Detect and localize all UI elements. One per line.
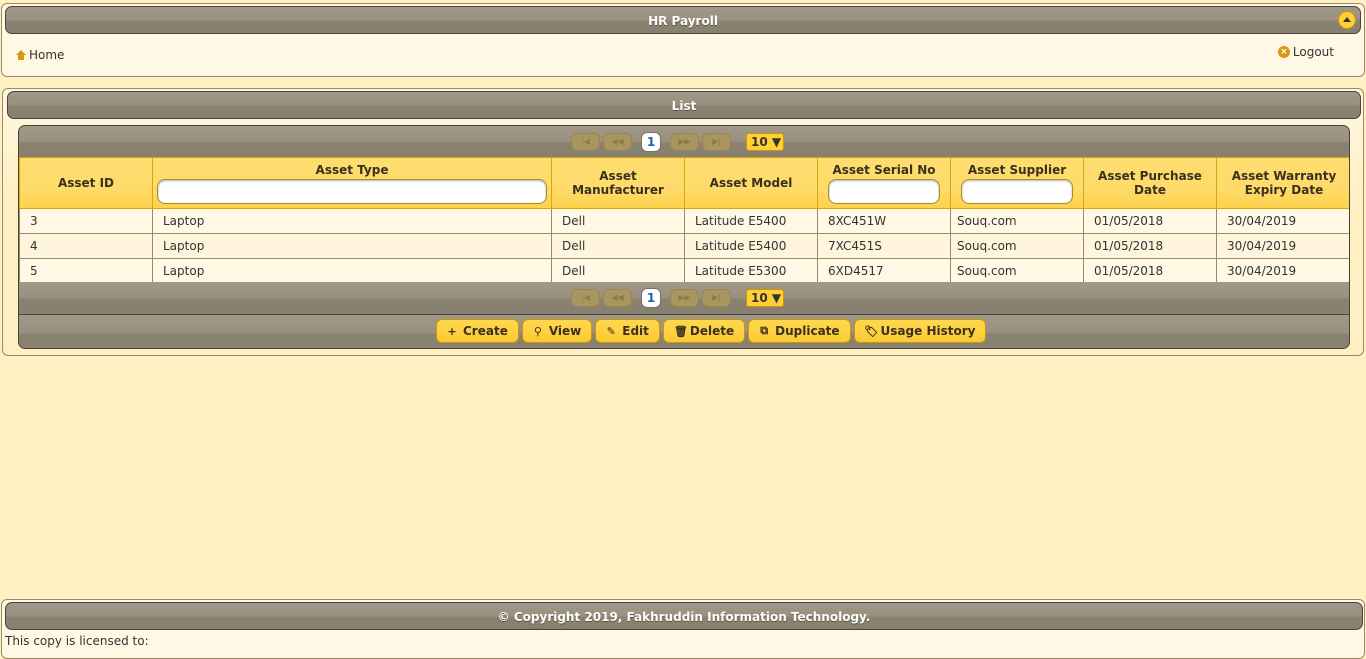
cell-asset-type: Laptop: [152, 233, 552, 259]
edit-button[interactable]: ✎ Edit: [595, 319, 660, 343]
cell-asset-type: Laptop: [152, 258, 552, 284]
cell-supplier: Souq.com: [950, 258, 1084, 284]
cell-asset-id: 5: [19, 258, 153, 284]
logout-label: Logout: [1292, 45, 1334, 59]
action-toolbar: + Create ⚲ View ✎ Edit 🗑 Delete ⧉ Duplic…: [19, 314, 1349, 348]
header-bar: HR Payroll: [5, 6, 1361, 34]
cell-model: Latitude E5300: [684, 258, 818, 284]
first-page-button[interactable]: |◀: [571, 289, 600, 307]
cell-asset-id: 3: [19, 208, 153, 234]
cell-model: Latitude E5400: [684, 233, 818, 259]
cell-model: Latitude E5400: [684, 208, 818, 234]
prev-page-button[interactable]: ◀◀: [603, 289, 632, 307]
asset-supplier-filter-input[interactable]: [961, 178, 1073, 204]
column-header-asset-serial-no[interactable]: Asset Serial No: [817, 157, 951, 209]
pager-top: |◀ ◀◀ 1 ▶▶ ▶| 10 ▼: [19, 126, 1349, 157]
cell-serial: 7XC451S: [817, 233, 951, 259]
cell-warranty-expiry: 30/04/2019: [1216, 258, 1349, 284]
current-page-button[interactable]: 1: [641, 288, 661, 308]
footer-bar: © Copyright 2019, Fakhruddin Information…: [5, 602, 1363, 630]
column-header-asset-supplier[interactable]: Asset Supplier: [950, 157, 1084, 209]
app-title: HR Payroll: [648, 14, 718, 28]
prev-page-button[interactable]: ◀◀: [603, 133, 632, 151]
cell-manufacturer: Dell: [551, 233, 685, 259]
cell-asset-type: Laptop: [152, 208, 552, 234]
table-row[interactable]: 4 Laptop Dell Latitude E5400 7XC451S Sou…: [19, 233, 1349, 259]
delete-button[interactable]: 🗑 Delete: [662, 319, 746, 343]
close-circle-icon: ×: [1277, 46, 1290, 58]
cell-supplier: Souq.com: [950, 233, 1084, 259]
tag-icon: 🏷: [864, 324, 879, 338]
chevron-up-icon[interactable]: [1338, 11, 1356, 29]
license-text: This copy is licensed to:: [5, 634, 149, 648]
next-page-button[interactable]: ▶▶: [670, 133, 699, 151]
cell-purchase-date: 01/05/2018: [1083, 258, 1217, 284]
first-page-button[interactable]: |◀: [571, 133, 600, 151]
cell-supplier: Souq.com: [950, 208, 1084, 234]
header-panel: HR Payroll Home × Logout: [1, 3, 1365, 77]
column-header-asset-purchase-date[interactable]: Asset Purchase Date: [1083, 157, 1217, 209]
asset-grid: |◀ ◀◀ 1 ▶▶ ▶| 10 ▼ Asset ID Asset Type A…: [18, 125, 1350, 349]
create-button[interactable]: + Create: [436, 319, 519, 343]
table-row[interactable]: 5 Laptop Dell Latitude E5300 6XD4517 Sou…: [19, 258, 1349, 284]
view-button[interactable]: ⚲ View: [521, 319, 593, 343]
home-label: Home: [29, 48, 65, 62]
cell-serial: 8XC451W: [817, 208, 951, 234]
cell-manufacturer: Dell: [551, 208, 685, 234]
column-header-asset-model[interactable]: Asset Model: [684, 157, 818, 209]
asset-type-filter-input[interactable]: [157, 178, 547, 204]
header-row: Asset ID Asset Type Asset Manufacturer A…: [19, 157, 1349, 209]
home-icon: [16, 50, 26, 60]
page-size-select[interactable]: 10 ▼: [746, 133, 784, 151]
pencil-icon: ✎: [606, 324, 616, 338]
footer-panel: © Copyright 2019, Fakhruddin Information…: [1, 599, 1365, 659]
last-page-button[interactable]: ▶|: [702, 289, 731, 307]
table-row[interactable]: 3 Laptop Dell Latitude E5400 8XC451W Sou…: [19, 208, 1349, 234]
copy-icon: ⧉: [760, 324, 769, 337]
home-link[interactable]: Home: [16, 48, 64, 62]
cell-warranty-expiry: 30/04/2019: [1216, 208, 1349, 234]
duplicate-button[interactable]: ⧉ Duplicate: [748, 319, 851, 343]
copyright-text: © Copyright 2019, Fakhruddin Information…: [497, 610, 871, 624]
list-title: List: [671, 99, 697, 113]
column-header-asset-type[interactable]: Asset Type: [152, 157, 552, 209]
page-size-select[interactable]: 10 ▼: [746, 289, 784, 307]
asset-serial-filter-input[interactable]: [828, 178, 940, 204]
list-panel: List |◀ ◀◀ 1 ▶▶ ▶| 10 ▼ Asset ID Asset T…: [2, 88, 1364, 356]
column-header-asset-warranty-expiry[interactable]: Asset Warranty Expiry Date: [1216, 157, 1349, 209]
current-page-button[interactable]: 1: [641, 132, 661, 152]
usage-history-button[interactable]: 🏷 Usage History: [853, 319, 987, 343]
plus-icon: +: [447, 324, 457, 338]
cell-warranty-expiry: 30/04/2019: [1216, 233, 1349, 259]
cell-manufacturer: Dell: [551, 258, 685, 284]
next-page-button[interactable]: ▶▶: [670, 289, 699, 307]
list-title-bar: List: [7, 91, 1361, 119]
logout-link[interactable]: × Logout: [1277, 45, 1334, 59]
trash-icon: 🗑: [673, 324, 688, 338]
asset-table: Asset ID Asset Type Asset Manufacturer A…: [19, 157, 1349, 284]
cell-asset-id: 4: [19, 233, 153, 259]
last-page-button[interactable]: ▶|: [702, 133, 731, 151]
column-header-asset-manufacturer[interactable]: Asset Manufacturer: [551, 157, 685, 209]
column-header-asset-id[interactable]: Asset ID: [19, 157, 153, 209]
pager-bottom: |◀ ◀◀ 1 ▶▶ ▶| 10 ▼: [19, 282, 1349, 313]
cell-serial: 6XD4517: [817, 258, 951, 284]
cell-purchase-date: 01/05/2018: [1083, 208, 1217, 234]
search-icon: ⚲: [533, 324, 542, 338]
cell-purchase-date: 01/05/2018: [1083, 233, 1217, 259]
